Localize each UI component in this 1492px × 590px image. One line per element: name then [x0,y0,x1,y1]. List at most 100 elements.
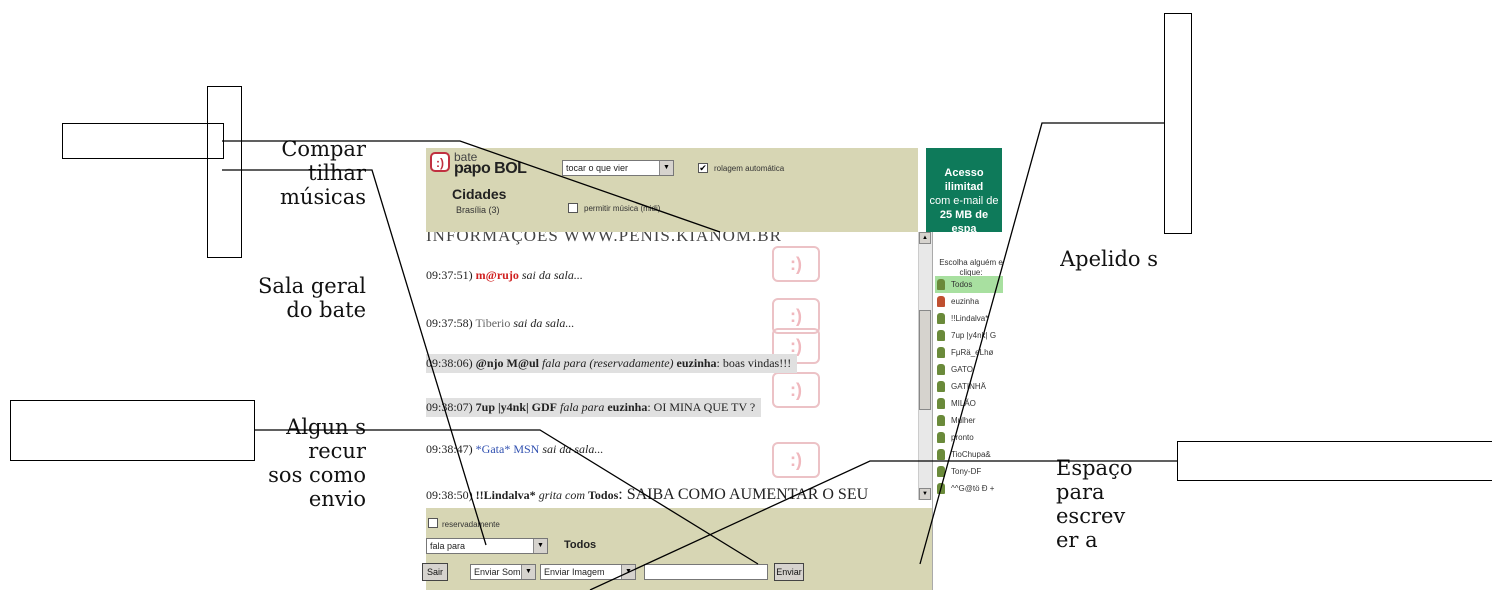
message-text: sai da sala... [542,442,604,456]
user-item[interactable]: euzinha [935,293,1003,310]
annotation-espaco: Espaço para escrev er a [1056,456,1133,552]
autoscroll-checkbox[interactable]: ✔ [698,163,708,173]
user-name: TioChupa& [951,450,991,459]
action-select[interactable]: fala para ▼ [426,538,548,554]
ad-banner[interactable]: Acesso ilimitad com e-mail de 25 MB de e… [926,148,1002,232]
room-name: Brasília (3) [456,205,500,215]
allow-music-checkbox[interactable] [568,203,578,213]
chat-bubble-icon: :) [772,442,820,478]
message-time: 09:37:58) [426,316,473,330]
user-item[interactable]: ^^G@tö Ð + [935,480,1003,497]
send-button[interactable]: Enviar [774,563,804,581]
exit-button[interactable]: Sair [422,563,448,581]
chat-messages: INFORMAÇÕES WWW.PENIS.KIANOM.BR :) :) :)… [426,232,916,508]
chat-message: 09:37:51) m@rujo sai da sala... [426,268,583,283]
chat-header: :) bate papo BOL Cidades Brasília (3) to… [426,148,918,232]
user-item[interactable]: Tony-DF [935,463,1003,480]
user-item[interactable]: TioChupa& [935,446,1003,463]
user-list-prompt: Escolha alguém e clique: [939,258,1003,277]
message-action: fala para (reservadamente) [542,356,674,370]
ad-line-2: com e-mail de [929,195,999,207]
send-sound-select[interactable]: Enviar Som ▼ [470,564,536,580]
chat-bubble-logo-icon: :) [430,152,450,172]
user-name: 7up |y4nk| G [951,331,997,340]
user-icon [937,432,945,444]
user-icon [937,466,945,478]
allow-music-label: permitir música (midi) [584,204,661,213]
user-name: pronto [951,433,974,442]
message-time: 09:38:06) [426,356,473,370]
send-image-value: Enviar Imagem [544,567,605,577]
message-input[interactable] [644,564,768,580]
user-item[interactable]: Todos [935,276,1003,293]
chat-scrollbar[interactable]: ▲ ▼ [918,232,932,500]
user-item[interactable]: pronto [935,429,1003,446]
user-name: Todos [951,280,973,289]
autoscroll-label: rolagem automática [714,164,785,173]
message-time: 09:38:47) [426,442,473,456]
user-name: Tony-DF [951,467,982,476]
user-icon [937,398,945,410]
scroll-thumb[interactable] [919,310,931,410]
user-name: GATINHÄ [951,382,986,391]
user-name: FμRä_eLhø [951,348,994,357]
message-time: 09:38:50) [426,488,473,502]
callout-box [207,86,242,258]
message-nick[interactable]: *Gata* MSN [476,442,540,456]
user-item[interactable]: Mulher [935,412,1003,429]
message-nick[interactable]: m@rujo [476,268,519,282]
user-name: euzinha [951,297,980,306]
message-text: sai da sala... [513,316,575,330]
user-name: Mulher [951,416,976,425]
user-item[interactable]: 7up |y4nk| G [935,327,1003,344]
user-icon [937,364,945,376]
chat-bubble-icon: :) [772,372,820,408]
message-action: fala para [559,400,605,414]
music-select[interactable]: tocar o que vier ▼ [562,160,674,176]
user-icon [937,381,945,393]
chevron-down-icon: ▼ [533,539,547,553]
user-item[interactable]: !!Lindalva* [935,310,1003,327]
chat-bubble-icon: :) [772,246,820,282]
chat-message: 09:38:07) 7up |y4nk| GDF fala para euzin… [426,398,762,417]
user-icon [937,313,945,325]
message-target: euzinha [607,400,648,414]
send-image-select[interactable]: Enviar Imagem ▼ [540,564,636,580]
user-name: !!Lindalva* [951,314,989,323]
group-icon [937,279,945,291]
user-icon [937,296,945,308]
message-action: grita com [538,488,586,502]
reserved-checkbox[interactable] [428,518,438,528]
annotation-alguns: Algun s recur sos como envio [268,415,366,511]
action-select-value: fala para [430,541,466,551]
user-icon [937,347,945,359]
user-icon [937,330,945,342]
callout-box [10,400,255,461]
user-item[interactable]: FμRä_eLhø [935,344,1003,361]
user-item[interactable]: GATINHÄ [935,378,1003,395]
chat-message: 09:38:47) *Gata* MSN sai da sala... [426,442,603,457]
callout-box [1164,13,1192,234]
user-name: GATO [951,365,973,374]
chat-top-partial: INFORMAÇÕES WWW.PENIS.KIANOM.BR [426,232,782,245]
scroll-up-icon[interactable]: ▲ [919,232,931,244]
message-time: 09:38:07) [426,400,473,414]
message-target: euzinha [676,356,717,370]
message-nick[interactable]: Tiberio [475,316,510,330]
ad-line-3: 25 MB de espa [939,209,989,232]
message-nick[interactable]: @njo M@ul [476,356,539,370]
user-icon [937,483,945,495]
scroll-down-icon[interactable]: ▼ [919,488,931,500]
user-name: MILÃO [951,399,976,408]
message-nick[interactable]: 7up |y4nk| GDF [476,400,557,414]
message-text: sai da sala... [521,268,583,282]
user-icon [937,415,945,427]
message-nick[interactable]: !!Lindalva* [476,488,536,502]
send-sound-value: Enviar Som [474,567,521,577]
logo-text: papo BOL [454,160,527,177]
user-item[interactable]: MILÃO [935,395,1003,412]
user-icon [937,449,945,461]
ad-line-1: Acesso ilimitad [944,167,984,193]
chevron-down-icon: ▼ [521,565,535,579]
user-item[interactable]: GATO [935,361,1003,378]
